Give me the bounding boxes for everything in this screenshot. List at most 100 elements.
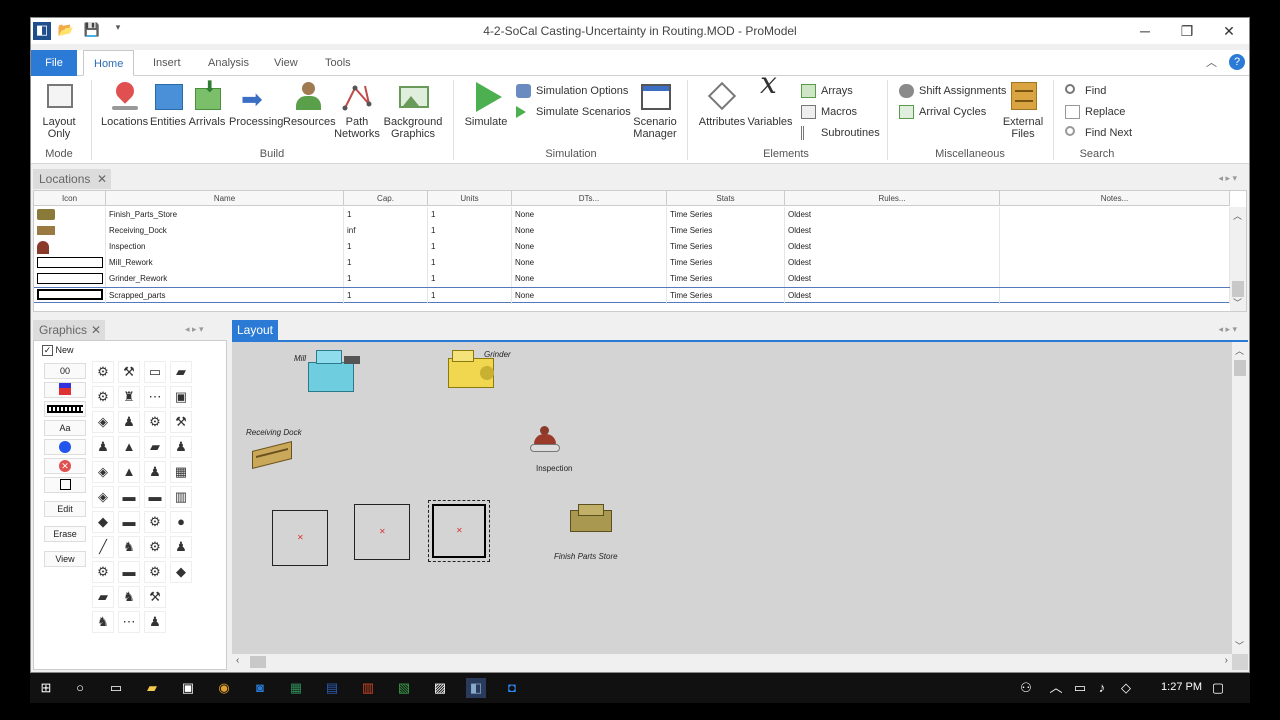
view-button[interactable]: View bbox=[44, 551, 86, 567]
macros-button[interactable]: Macros bbox=[801, 103, 857, 121]
cell-notes[interactable] bbox=[1000, 288, 1230, 304]
table-row-selected[interactable]: Scrapped_parts 1 1 None Time Series Olde… bbox=[34, 287, 1230, 304]
table-row[interactable]: Inspection 1 1 None Time Series Oldest bbox=[34, 239, 1230, 255]
library-icon[interactable]: ⋯ bbox=[118, 611, 140, 633]
library-icon[interactable]: ▣ bbox=[170, 386, 192, 408]
app-icon[interactable]: ▧ bbox=[394, 678, 414, 698]
cell-rules[interactable]: Oldest bbox=[785, 239, 1000, 255]
volume-icon[interactable]: ♪ bbox=[1092, 678, 1112, 698]
library-icon[interactable]: ♞ bbox=[118, 536, 140, 558]
outlook-icon[interactable]: ◙ bbox=[250, 678, 270, 698]
edit-button[interactable]: Edit bbox=[44, 501, 86, 517]
library-icon[interactable]: ╱ bbox=[92, 536, 114, 558]
cell-units[interactable]: 1 bbox=[428, 255, 512, 271]
processing-button[interactable]: ➡ Processing bbox=[229, 82, 283, 128]
task-view-icon[interactable]: ▭ bbox=[106, 678, 126, 698]
arrays-button[interactable]: Arrays bbox=[801, 82, 853, 100]
scroll-down-icon[interactable]: ﹀ bbox=[1235, 639, 1244, 652]
gauge-tool[interactable] bbox=[44, 382, 86, 398]
variables-button[interactable]: x Variables bbox=[747, 69, 793, 129]
cell-cap[interactable]: 1 bbox=[344, 271, 428, 287]
simulate-scenarios-button[interactable]: Simulate Scenarios bbox=[516, 103, 631, 121]
close-locations-icon[interactable]: ✕ bbox=[97, 169, 107, 189]
find-button[interactable]: Find bbox=[1065, 82, 1106, 100]
cell-rules[interactable]: Oldest bbox=[785, 207, 1000, 223]
col-header-cap[interactable]: Cap. bbox=[344, 191, 428, 206]
receiving-pallet-icon[interactable] bbox=[250, 440, 294, 470]
find-next-button[interactable]: Find Next bbox=[1065, 124, 1132, 142]
counter-tool[interactable]: 00 bbox=[44, 363, 86, 379]
tab-graphics[interactable]: Graphics ✕ bbox=[33, 320, 105, 340]
col-header-units[interactable]: Units bbox=[428, 191, 512, 206]
mill-machine-icon[interactable] bbox=[304, 348, 362, 400]
cell-notes[interactable] bbox=[1000, 239, 1230, 255]
cell-dts[interactable]: None bbox=[512, 271, 667, 287]
grinder-rework-location[interactable]: ✕ bbox=[354, 504, 410, 560]
chrome-icon[interactable]: ◉ bbox=[214, 678, 234, 698]
library-icon[interactable]: ⚒ bbox=[170, 411, 192, 433]
col-header-dts[interactable]: DTs... bbox=[512, 191, 667, 206]
path-networks-button[interactable]: Path Networks bbox=[334, 82, 380, 140]
inspection-operator-icon[interactable] bbox=[528, 426, 562, 458]
cell-notes[interactable] bbox=[1000, 255, 1230, 271]
library-icon[interactable]: ▬ bbox=[118, 561, 140, 583]
arrivals-button[interactable]: ⬇ Arrivals bbox=[187, 80, 227, 129]
cell-units[interactable]: 1 bbox=[428, 271, 512, 287]
graphics-nav-arrows-icon[interactable]: ◂ ▸ ▾ bbox=[185, 324, 204, 335]
layout-only-button[interactable]: Layout Only bbox=[37, 82, 81, 140]
cell-notes[interactable] bbox=[1000, 223, 1230, 239]
library-icon[interactable]: ⚙ bbox=[144, 411, 166, 433]
library-icon[interactable]: ◈ bbox=[92, 486, 114, 508]
table-row[interactable]: Grinder_Rework 1 1 None Time Series Olde… bbox=[34, 271, 1230, 287]
entities-button[interactable]: Entities bbox=[148, 82, 188, 128]
cell-notes[interactable] bbox=[1000, 207, 1230, 223]
library-icon[interactable]: ◆ bbox=[92, 511, 114, 533]
close-graphics-icon[interactable]: ✕ bbox=[91, 320, 101, 340]
library-icon[interactable]: ⚙ bbox=[144, 511, 166, 533]
library-icon[interactable]: ▭ bbox=[144, 361, 166, 383]
scrollbar-thumb[interactable] bbox=[250, 656, 266, 668]
cell-dts[interactable]: None bbox=[512, 223, 667, 239]
library-icon[interactable]: ● bbox=[170, 511, 192, 533]
cell-rules[interactable]: Oldest bbox=[785, 288, 1000, 304]
library-icon[interactable]: ⚙ bbox=[144, 536, 166, 558]
cell-dts[interactable]: None bbox=[512, 239, 667, 255]
subroutines-button[interactable]: Subroutines bbox=[801, 124, 880, 142]
col-header-notes[interactable]: Notes... bbox=[1000, 191, 1230, 206]
cell-stats[interactable]: Time Series bbox=[667, 223, 785, 239]
replace-button[interactable]: Replace bbox=[1065, 103, 1125, 121]
external-files-button[interactable]: External Files bbox=[1001, 82, 1045, 140]
library-icon[interactable]: ▬ bbox=[144, 486, 166, 508]
simulation-options-button[interactable]: Simulation Options bbox=[516, 82, 628, 100]
search-circle-icon[interactable]: ○ bbox=[70, 678, 90, 698]
cell-name[interactable]: Finish_Parts_Store bbox=[106, 207, 344, 223]
arrival-cycles-button[interactable]: Arrival Cycles bbox=[899, 103, 986, 121]
library-icon[interactable]: ▰ bbox=[170, 361, 192, 383]
table-row[interactable]: Finish_Parts_Store 1 1 None Time Series … bbox=[34, 207, 1230, 223]
library-icon[interactable]: ⚒ bbox=[118, 361, 140, 383]
cell-notes[interactable] bbox=[1000, 271, 1230, 287]
zoom-icon[interactable]: ◘ bbox=[502, 678, 522, 698]
attributes-button[interactable]: Attributes bbox=[697, 81, 747, 128]
scrollbar-thumb[interactable] bbox=[1234, 360, 1246, 376]
library-icon[interactable]: ⚙ bbox=[92, 361, 114, 383]
library-icon[interactable]: ♞ bbox=[118, 586, 140, 608]
cell-name[interactable]: Receiving_Dock bbox=[106, 223, 344, 239]
dropbox-icon[interactable]: ◇ bbox=[1116, 678, 1136, 698]
cell-stats[interactable]: Time Series bbox=[667, 255, 785, 271]
library-icon[interactable]: ▰ bbox=[92, 586, 114, 608]
mill-rework-location[interactable]: ✕ bbox=[272, 510, 328, 566]
restore-button[interactable]: ❐ bbox=[1167, 20, 1207, 42]
tab-analysis[interactable]: Analysis bbox=[198, 50, 259, 76]
cell-name[interactable]: Grinder_Rework bbox=[106, 271, 344, 287]
scroll-up-icon[interactable]: ︿ bbox=[1233, 209, 1242, 222]
erase-button[interactable]: Erase bbox=[44, 526, 86, 542]
scroll-down-icon[interactable]: ﹀ bbox=[1233, 296, 1242, 309]
text-tool[interactable]: Aa bbox=[44, 420, 86, 436]
scroll-up-icon[interactable]: ︿ bbox=[1235, 344, 1244, 357]
cell-units[interactable]: 1 bbox=[428, 207, 512, 223]
library-icon[interactable]: ▲ bbox=[118, 461, 140, 483]
library-icon[interactable]: ♟ bbox=[144, 461, 166, 483]
library-icon[interactable]: ⋯ bbox=[144, 386, 166, 408]
tab-insert[interactable]: Insert bbox=[143, 50, 191, 76]
